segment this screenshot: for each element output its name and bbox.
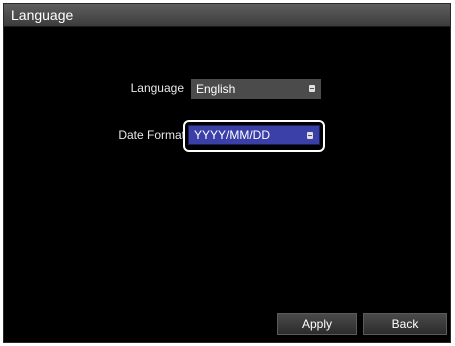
window-title: Language (11, 7, 74, 23)
dropdown-icon (309, 85, 315, 92)
date-format-value: YYYY/MM/DD (194, 128, 271, 142)
language-select[interactable]: English (191, 79, 321, 99)
dropdown-icon (307, 132, 313, 139)
language-dialog: Language (3, 3, 451, 343)
language-value: English (196, 82, 236, 96)
title-bar: Language (4, 4, 450, 27)
date-format-label: Date Format (118, 128, 185, 142)
back-button[interactable]: Back (363, 313, 447, 335)
apply-button[interactable]: Apply (277, 313, 357, 335)
date-format-select[interactable]: YYYY/MM/DD (188, 125, 320, 145)
language-label: Language (130, 81, 184, 95)
